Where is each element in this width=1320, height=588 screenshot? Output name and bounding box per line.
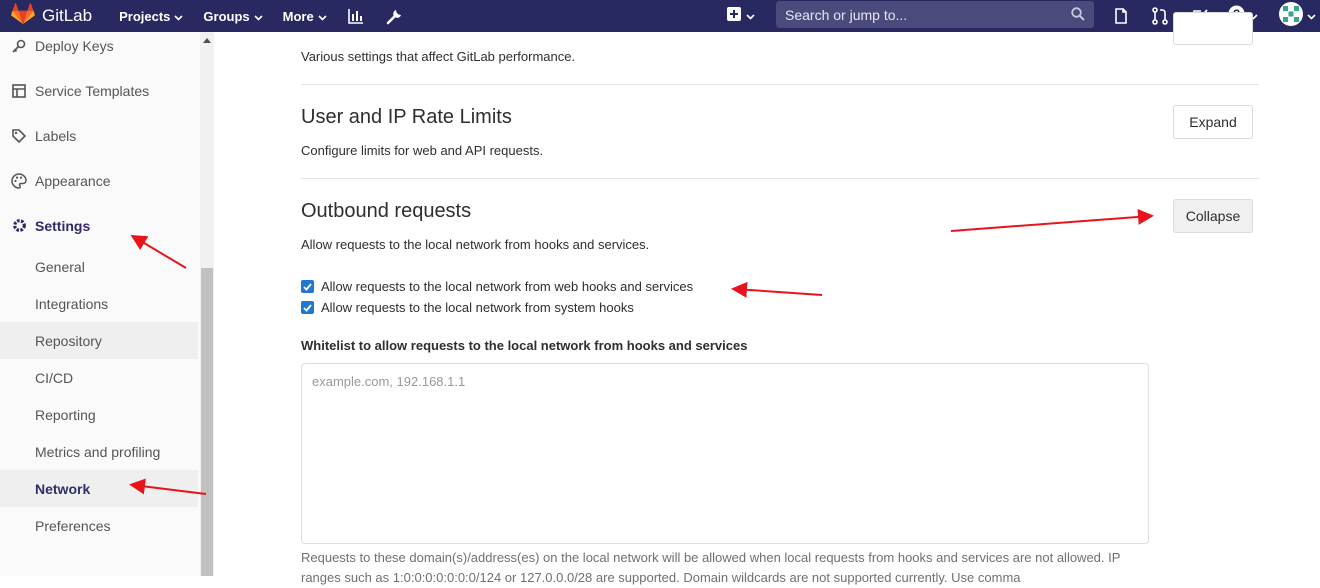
section-divider xyxy=(301,84,1259,85)
issues-icon[interactable] xyxy=(1113,0,1129,32)
sidebar-item-label: Service Templates xyxy=(35,82,150,99)
section-divider xyxy=(301,178,1259,179)
more-label: More xyxy=(282,8,314,24)
sidebar-subitem-ci-cd[interactable]: CI/CD xyxy=(0,359,198,396)
outbound-description: Allow requests to the local network from… xyxy=(301,237,650,252)
sidebar-item-appearance[interactable]: Appearance xyxy=(0,162,198,199)
whitelist-help-text: Requests to these domain(s)/address(es) … xyxy=(301,550,1121,585)
activity-chart-icon[interactable] xyxy=(347,0,364,32)
sidebar-subitem-label: CI/CD xyxy=(35,369,74,386)
system-hooks-checkbox-label: Allow requests to the local network from… xyxy=(321,300,634,315)
sidebar-item-label: Deploy Keys xyxy=(35,37,114,54)
chevron-down-icon xyxy=(174,9,183,24)
outbound-requests-title: Outbound requests xyxy=(301,200,472,222)
palette-icon xyxy=(9,172,29,189)
new-item-menu[interactable] xyxy=(727,0,755,32)
sidebar-item-service-templates[interactable]: Service Templates xyxy=(0,72,198,109)
sidebar-subitem-label: Integrations xyxy=(35,295,109,312)
wrench-icon[interactable] xyxy=(386,0,403,32)
sidebar-subitem-label: Preferences xyxy=(35,517,111,534)
sidebar-subitem-general[interactable]: General xyxy=(0,248,198,285)
scrollbar-thumb[interactable] xyxy=(201,268,213,576)
sidebar-item-settings[interactable]: Settings xyxy=(0,207,198,244)
settings-content: Various settings that affect GitLab perf… xyxy=(215,12,1320,585)
brand[interactable]: GitLab xyxy=(11,2,93,30)
plus-square-icon xyxy=(727,6,741,26)
web-hooks-checkbox[interactable] xyxy=(301,280,314,293)
chevron-down-icon xyxy=(1307,7,1316,25)
groups-label: Groups xyxy=(203,8,250,24)
scroll-up-arrow-icon[interactable] xyxy=(203,38,211,43)
search-box[interactable] xyxy=(776,1,1094,28)
label-icon xyxy=(9,128,29,144)
performance-expand-button[interactable] xyxy=(1173,12,1253,45)
sidebar-subitem-network[interactable]: Network xyxy=(0,470,198,507)
checkbox-row-system-hooks[interactable]: Allow requests to the local network from… xyxy=(301,300,634,315)
sidebar-item-label: Labels xyxy=(35,127,77,144)
sidebar-subitem-metrics-and-profiling[interactable]: Metrics and profiling xyxy=(0,433,198,470)
web-hooks-checkbox-label: Allow requests to the local network from… xyxy=(321,279,694,294)
user-menu[interactable] xyxy=(1279,0,1316,32)
key-icon xyxy=(9,39,29,53)
chevron-down-icon xyxy=(318,9,327,24)
template-icon xyxy=(9,83,29,98)
sidebar-subitem-label: Metrics and profiling xyxy=(35,443,161,460)
sidebar-subitem-label: Network xyxy=(35,480,91,497)
brand-name: GitLab xyxy=(42,6,93,25)
whitelist-textarea[interactable] xyxy=(301,363,1149,544)
checkbox-row-web-hooks[interactable]: Allow requests to the local network from… xyxy=(301,279,693,294)
sidebar-subitem-integrations[interactable]: Integrations xyxy=(0,285,198,322)
top-navbar: GitLab Projects Groups More Search or ju… xyxy=(0,0,1320,32)
performance-description: Various settings that affect GitLab perf… xyxy=(301,49,576,64)
rate-limits-expand-button[interactable]: Expand xyxy=(1173,105,1253,139)
merge-request-icon[interactable] xyxy=(1152,0,1168,32)
avatar xyxy=(1279,1,1303,31)
rate-limits-description: Configure limits for web and API request… xyxy=(301,143,544,158)
chevron-down-icon xyxy=(746,7,755,25)
sidebar-item-labels[interactable]: Labels xyxy=(0,117,198,154)
outbound-collapse-button[interactable]: Collapse xyxy=(1173,199,1253,233)
sidebar-scrollbar[interactable] xyxy=(200,32,214,576)
sidebar-item-label: Settings xyxy=(35,217,91,234)
sidebar-subitem-label: Reporting xyxy=(35,406,96,423)
chevron-down-icon xyxy=(254,9,263,24)
sidebar-subitem-preferences[interactable]: Preferences xyxy=(0,507,198,544)
sidebar-subitem-label: Repository xyxy=(35,332,102,349)
rate-limits-title: User and IP Rate Limits xyxy=(301,106,512,128)
gitlab-logo-icon xyxy=(11,2,35,30)
system-hooks-checkbox[interactable] xyxy=(301,301,314,314)
gear-icon xyxy=(9,217,29,234)
more-menu[interactable]: More xyxy=(283,0,327,32)
admin-sidebar: Deploy Keys Service Templates Labels App… xyxy=(0,32,214,576)
whitelist-label: Whitelist to allow requests to the local… xyxy=(301,338,748,353)
projects-label: Projects xyxy=(119,8,171,24)
search-input[interactable] xyxy=(776,6,1056,23)
sidebar-subitem-repository[interactable]: Repository xyxy=(0,322,198,359)
sidebar-subitem-reporting[interactable]: Reporting xyxy=(0,396,198,433)
groups-menu[interactable]: Groups xyxy=(203,0,263,32)
sidebar-item-deploy-keys[interactable]: Deploy Keys xyxy=(0,27,198,64)
sidebar-item-label: Appearance xyxy=(35,172,111,189)
sidebar-subitem-label: General xyxy=(35,258,85,275)
search-icon xyxy=(1071,7,1085,26)
